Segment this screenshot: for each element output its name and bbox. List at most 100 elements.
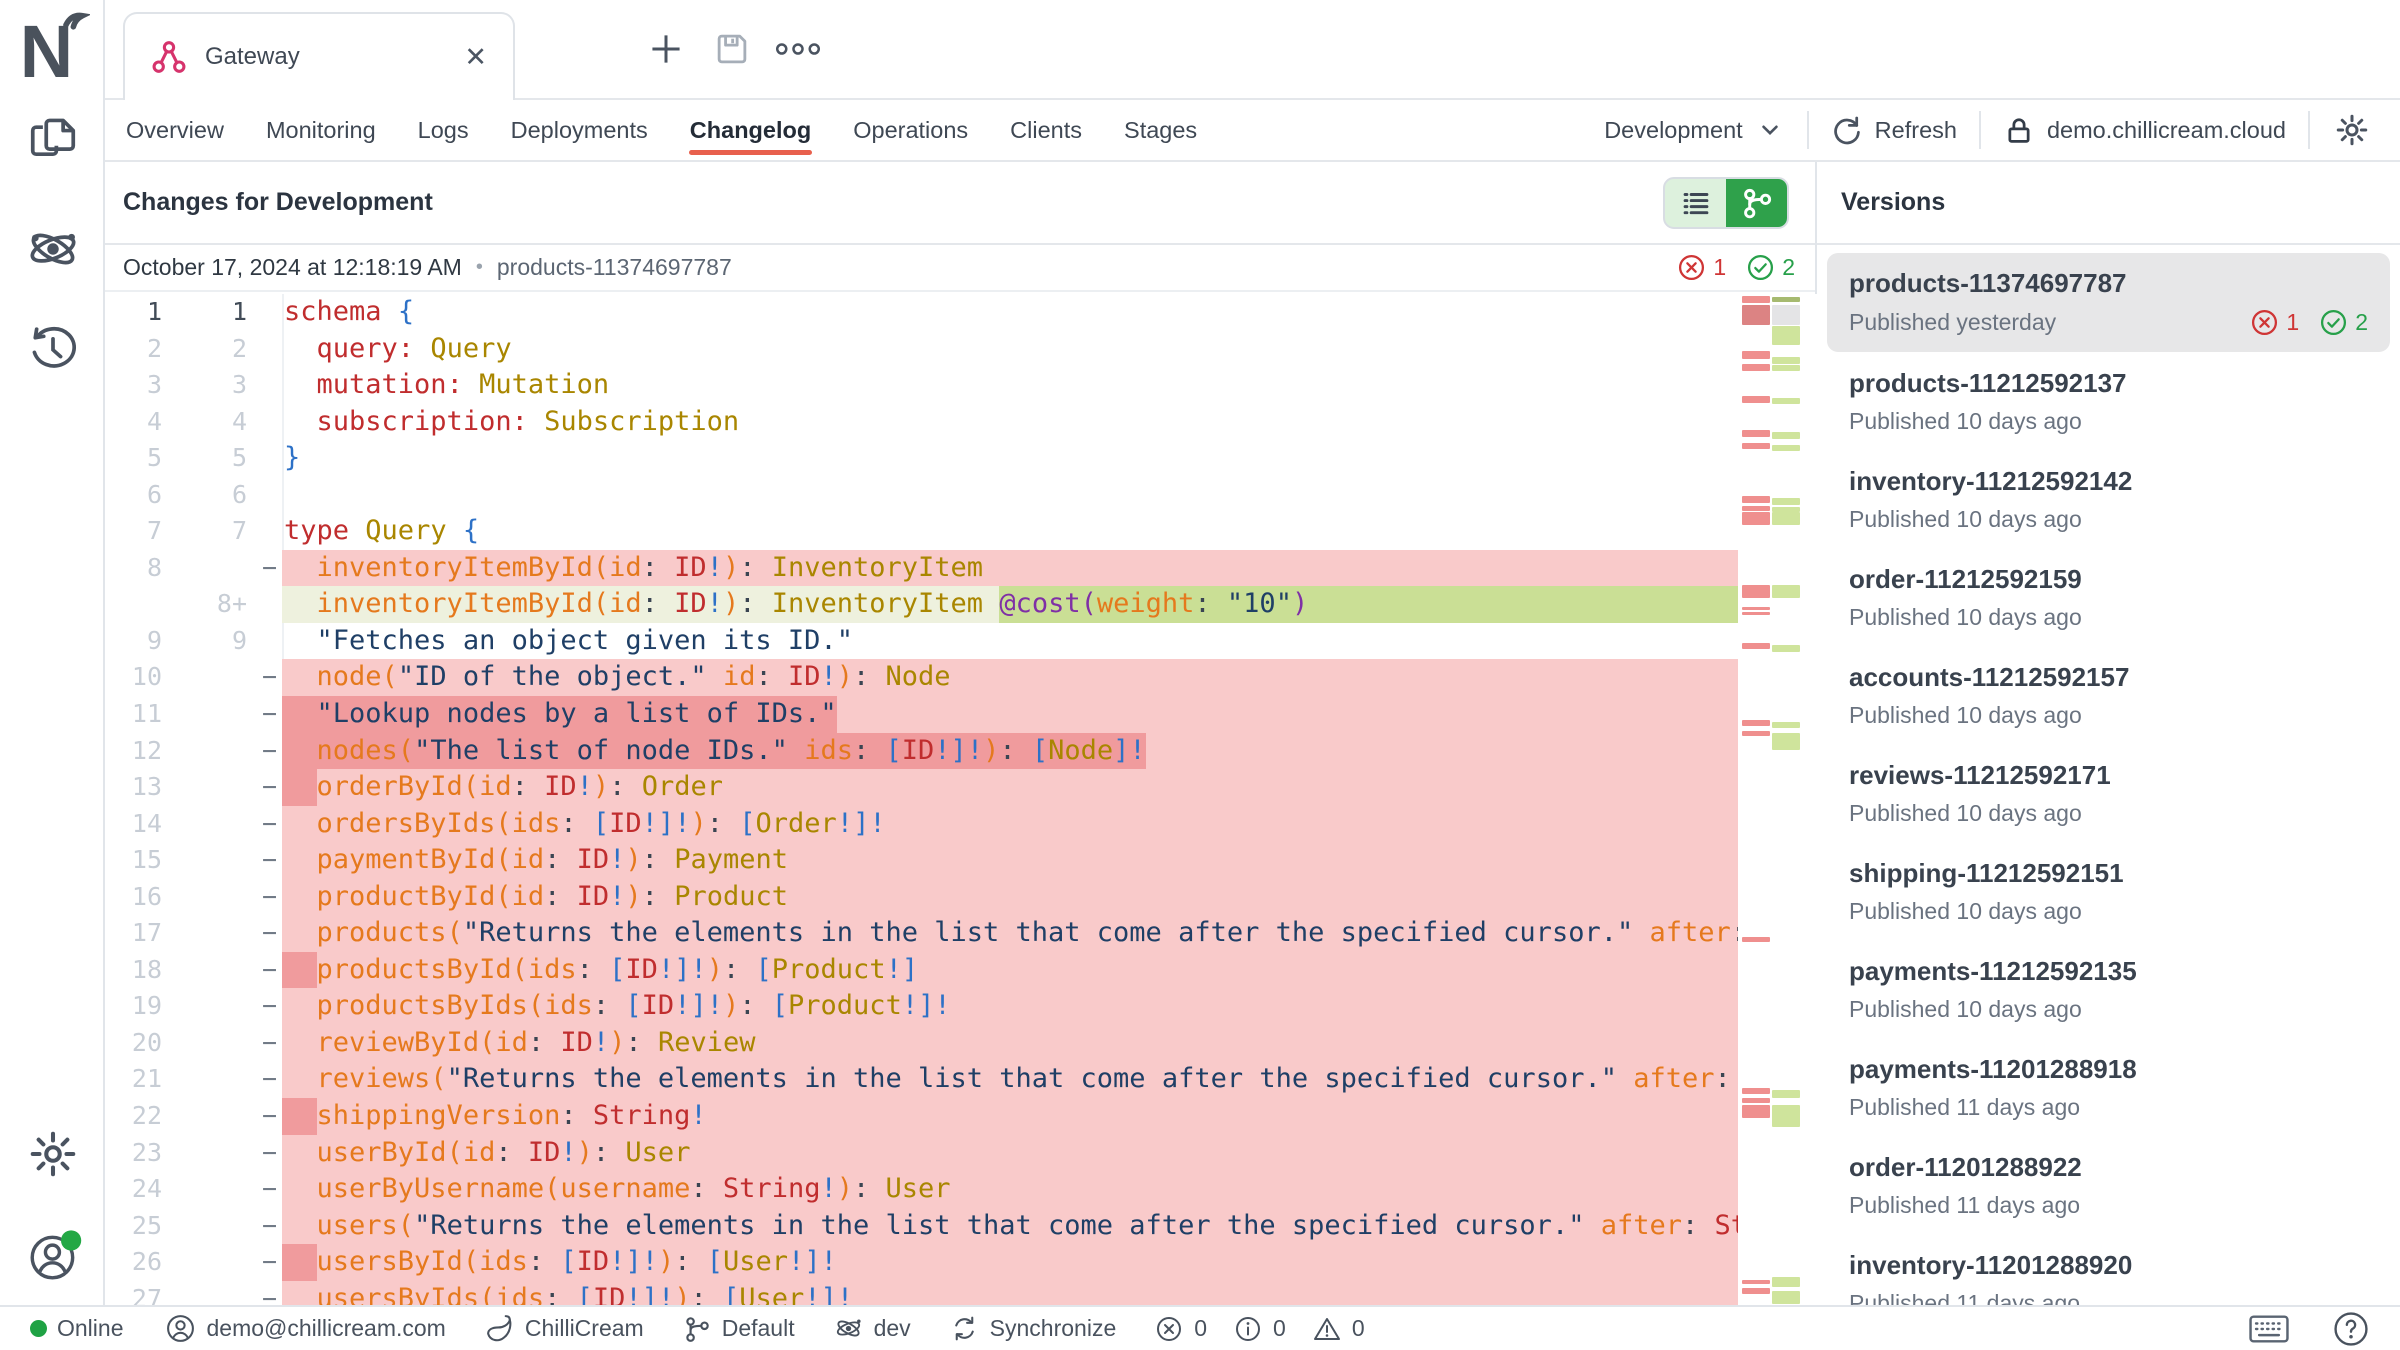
keyboard-shortcuts-icon[interactable]	[2248, 1313, 2290, 1345]
info-count[interactable]: 0	[1233, 1314, 1286, 1344]
version-item[interactable]: accounts-11212592157Published 10 days ag…	[1827, 647, 2390, 744]
synchronize-button[interactable]: Synchronize	[949, 1313, 1117, 1344]
tab-stages[interactable]: Stages	[1103, 100, 1218, 160]
avatar[interactable]	[26, 1228, 80, 1282]
environment-item[interactable]: dev	[833, 1313, 911, 1344]
tab-overview[interactable]: Overview	[105, 100, 245, 160]
minimap-addition-mark	[1772, 1291, 1800, 1304]
environment-select[interactable]: Development	[1604, 115, 1784, 145]
close-tab-icon[interactable]: ✕	[464, 42, 487, 73]
minimap-deletion-mark	[1742, 512, 1770, 525]
account-item[interactable]: demo@chillicream.com	[165, 1313, 445, 1344]
minimap-addition-mark	[1772, 722, 1800, 728]
code-line: 27− usersByIds(ids: [ID!]!): [User!]!	[105, 1281, 1817, 1305]
version-item[interactable]: payments-11201288918Published 11 days ag…	[1827, 1039, 2390, 1136]
graph-icon	[151, 39, 187, 75]
refresh-button[interactable]: Refresh	[1831, 114, 1957, 146]
minimap-addition-mark	[1772, 357, 1800, 364]
tab-monitoring[interactable]: Monitoring	[245, 100, 397, 160]
minimap-deletion-mark	[1742, 1088, 1770, 1094]
code-line: 12− nodes("The list of node IDs." ids: […	[105, 733, 1817, 770]
minimap-addition-mark	[1772, 1090, 1800, 1098]
minimap-addition-mark	[1772, 733, 1800, 750]
tab-changelog[interactable]: Changelog	[669, 100, 832, 160]
versions-panel: Versions products-11374697787Published y…	[1817, 162, 2400, 1305]
workspace-item[interactable]: Default	[682, 1314, 795, 1344]
minimap-deletion-mark	[1742, 937, 1770, 942]
warning-count[interactable]: 0	[1312, 1314, 1365, 1344]
more-options-icon[interactable]	[773, 24, 823, 74]
organization-item[interactable]: ChilliCream	[484, 1313, 644, 1344]
list-view-button[interactable]	[1665, 179, 1726, 227]
diff-minimap[interactable]	[1742, 294, 1802, 1305]
left-rail: N	[0, 0, 105, 1305]
version-item[interactable]: products-11212592137Published 10 days ag…	[1827, 353, 2390, 450]
endpoint-link[interactable]: demo.chillicream.cloud	[2003, 114, 2286, 146]
code-line: 20− reviewById(id: ID!): Review	[105, 1025, 1817, 1062]
version-item[interactable]: order-11212592159Published 10 days ago	[1827, 549, 2390, 646]
version-name: inventory-11201288920	[1849, 1250, 2368, 1281]
nav-settings-gear-icon[interactable]	[2332, 110, 2372, 150]
code-line: 44 subscription: Subscription	[105, 404, 1817, 441]
minimap-deletion-mark	[1742, 430, 1770, 437]
version-name: payments-11201288918	[1849, 1054, 2368, 1085]
additions-badge: 2	[1746, 253, 1795, 282]
minimap-deletion-mark	[1742, 496, 1770, 503]
atom-icon[interactable]	[26, 222, 80, 276]
main-content: Changes for Development	[105, 162, 2400, 1305]
version-published: Published 10 days ago	[1849, 702, 2082, 729]
divider	[1979, 111, 1981, 149]
minimap-deletion-mark	[1742, 643, 1770, 649]
history-icon[interactable]	[26, 322, 80, 376]
version-item[interactable]: payments-11212592135Published 10 days ag…	[1827, 941, 2390, 1038]
minimap-deletion-mark	[1742, 607, 1770, 610]
version-item[interactable]: inventory-11201288920Published 11 days a…	[1827, 1235, 2390, 1305]
minimap-addition-mark	[1772, 512, 1800, 525]
code-line: 11schema {	[105, 294, 1817, 331]
code-line: 14− ordersByIds(ids: [ID!]!): [Order!]!	[105, 806, 1817, 843]
code-line: 8− inventoryItemById(id: ID!): Inventory…	[105, 550, 1817, 587]
diff-view-button[interactable]	[1726, 179, 1787, 227]
settings-gear-icon[interactable]	[26, 1127, 80, 1181]
minimap-deletion-mark	[1742, 1105, 1770, 1118]
changes-panel: Changes for Development	[105, 162, 1817, 1305]
code-line: 24− userByUsername(username: String!): U…	[105, 1171, 1817, 1208]
tab-gateway[interactable]: Gateway ✕	[123, 12, 515, 100]
documents-icon[interactable]	[26, 112, 80, 166]
tab-strip: Gateway ✕	[105, 0, 2400, 100]
minimap-addition-mark	[1772, 585, 1800, 598]
deletions-badge: 1	[2250, 308, 2299, 337]
code-line: 18− productsById(ids: [ID!]!): [Product!…	[105, 952, 1817, 989]
deletions-badge: 1	[1677, 253, 1726, 282]
code-line: 11− "Lookup nodes by a list of IDs."	[105, 696, 1817, 733]
version-item[interactable]: order-11201288922Published 11 days ago	[1827, 1137, 2390, 1234]
version-item[interactable]: shipping-11212592151Published 10 days ag…	[1827, 843, 2390, 940]
minimap-deletion-mark	[1742, 585, 1770, 598]
new-tab-button[interactable]	[641, 24, 691, 74]
code-line: 13− orderById(id: ID!): Order	[105, 769, 1817, 806]
error-count[interactable]: 0	[1154, 1314, 1207, 1344]
divider	[1807, 111, 1809, 149]
minimap-addition-mark	[1772, 1277, 1800, 1287]
help-icon[interactable]	[2332, 1310, 2370, 1348]
online-status: Online	[30, 1315, 123, 1342]
code-line: 19− productsByIds(ids: [ID!]!): [Product…	[105, 988, 1817, 1025]
tab-operations[interactable]: Operations	[832, 100, 989, 160]
minimap-deletion-mark	[1742, 351, 1770, 359]
minimap-addition-mark	[1772, 445, 1800, 451]
version-item[interactable]: inventory-11212592142Published 10 days a…	[1827, 451, 2390, 548]
tab-clients[interactable]: Clients	[989, 100, 1103, 160]
version-item[interactable]: reviews-11212592171Published 10 days ago	[1827, 745, 2390, 842]
minimap-deletion-mark	[1742, 396, 1770, 403]
save-icon[interactable]	[707, 24, 757, 74]
minimap-addition-mark	[1772, 645, 1800, 652]
minimap-addition-mark	[1772, 297, 1800, 302]
tab-deployments[interactable]: Deployments	[490, 100, 669, 160]
code-line: 26− usersById(ids: [ID!]!): [User!]!	[105, 1244, 1817, 1281]
version-published: Published yesterday	[1849, 309, 2056, 336]
tab-logs[interactable]: Logs	[397, 100, 490, 160]
minimap-deletion-mark	[1742, 731, 1770, 736]
versions-title: Versions	[1841, 188, 1945, 217]
chilli-icon	[484, 1313, 515, 1344]
version-item[interactable]: products-11374697787Published yesterday1…	[1827, 253, 2390, 352]
